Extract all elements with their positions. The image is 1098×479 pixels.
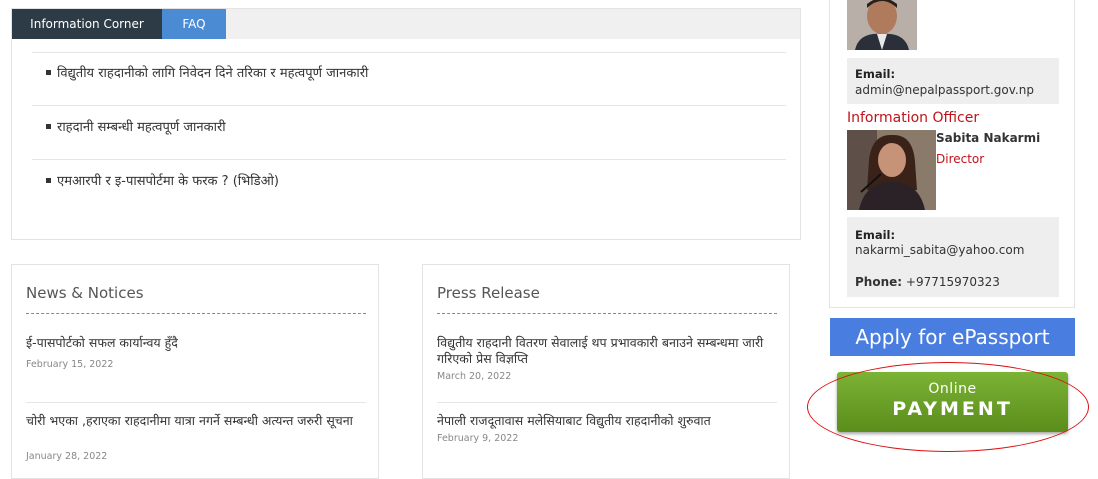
email-label: Email: xyxy=(855,228,896,242)
admin-photo xyxy=(847,0,917,50)
phone-label: Phone: xyxy=(855,275,903,289)
info-item[interactable]: एमआरपी र इ-पासपोर्टमा के फरक ? (भिडिओ) xyxy=(32,171,786,189)
press-entry-title[interactable]: विद्युतीय राहदानी वितरण सेवालाई थप प्रभा… xyxy=(437,335,782,367)
press-entry-title[interactable]: नेपाली राजदूतावास मलेसियाबाट विद्युतीय र… xyxy=(437,413,782,429)
bullet-icon xyxy=(46,70,51,75)
divider xyxy=(32,159,786,160)
divider xyxy=(26,402,366,403)
bullet-icon xyxy=(46,178,51,183)
info-item-label: राहदानी सम्बन्धी महत्वपूर्ण जानकारी xyxy=(57,120,226,135)
information-corner-panel: Information Corner FAQ विद्युतीय राहदानी… xyxy=(11,8,801,240)
admin-contact: Email: admin@nepalpassport.gov.np xyxy=(847,58,1059,104)
divider xyxy=(437,402,777,403)
officer-contact: Email: nakarmi_sabita@yahoo.com Phone: +… xyxy=(847,217,1059,297)
officer-phone: Phone: +97715970323 xyxy=(855,275,1000,289)
news-entry-date: February 15, 2022 xyxy=(26,359,114,370)
news-entry-title[interactable]: चोरी भएका ,हराएका राहदानीमा यात्रा नगर्न… xyxy=(26,413,371,429)
online-payment-button[interactable]: Online PAYMENT xyxy=(837,372,1068,432)
tab-information-corner[interactable]: Information Corner xyxy=(12,9,162,39)
info-item-label: विद्युतीय राहदानीको लागि निवेदन दिने तरि… xyxy=(57,66,369,81)
info-item[interactable]: राहदानी सम्बन्धी महत्वपूर्ण जानकारी xyxy=(32,117,786,135)
officer-email[interactable]: nakarmi_sabita@yahoo.com xyxy=(855,243,1024,257)
press-entry-date: February 9, 2022 xyxy=(437,433,519,444)
apply-epassport-button[interactable]: Apply for ePassport xyxy=(830,318,1075,356)
news-notices-box: News & Notices ई-पासपोर्टको सफल कार्यान्… xyxy=(11,264,379,479)
info-item[interactable]: विद्युतीय राहदानीको लागि निवेदन दिने तरि… xyxy=(32,63,786,81)
news-entry-title[interactable]: ई-पासपोर्टको सफल कार्यान्वय हुँदै xyxy=(26,335,371,351)
officials-sidebar: Email: admin@nepalpassport.gov.np Inform… xyxy=(829,0,1075,308)
divider xyxy=(32,52,786,53)
payment-line2: PAYMENT xyxy=(892,398,1013,420)
news-title: News & Notices xyxy=(26,284,144,302)
press-entry-date: March 20, 2022 xyxy=(437,371,512,382)
news-entry-date: January 28, 2022 xyxy=(26,451,108,462)
press-title: Press Release xyxy=(437,284,540,302)
dashed-divider xyxy=(437,313,777,314)
press-release-box: Press Release विद्युतीय राहदानी वितरण से… xyxy=(422,264,790,479)
officer-photo xyxy=(847,130,936,210)
phone-value: +97715970323 xyxy=(905,275,1000,289)
email-label: Email: xyxy=(855,67,896,81)
officer-role: Director xyxy=(936,152,985,166)
bullet-icon xyxy=(46,124,51,129)
payment-line1: Online xyxy=(928,381,977,397)
information-officer-heading: Information Officer xyxy=(847,110,980,126)
divider xyxy=(32,105,786,106)
admin-email[interactable]: admin@nepalpassport.gov.np xyxy=(855,83,1034,97)
info-item-label: एमआरपी र इ-पासपोर्टमा के फरक ? (भिडिओ) xyxy=(57,174,279,189)
officer-name: Sabita Nakarmi xyxy=(936,131,1041,145)
tab-bar: Information Corner FAQ xyxy=(12,9,800,39)
dashed-divider xyxy=(26,313,366,314)
tab-faq[interactable]: FAQ xyxy=(162,9,226,39)
